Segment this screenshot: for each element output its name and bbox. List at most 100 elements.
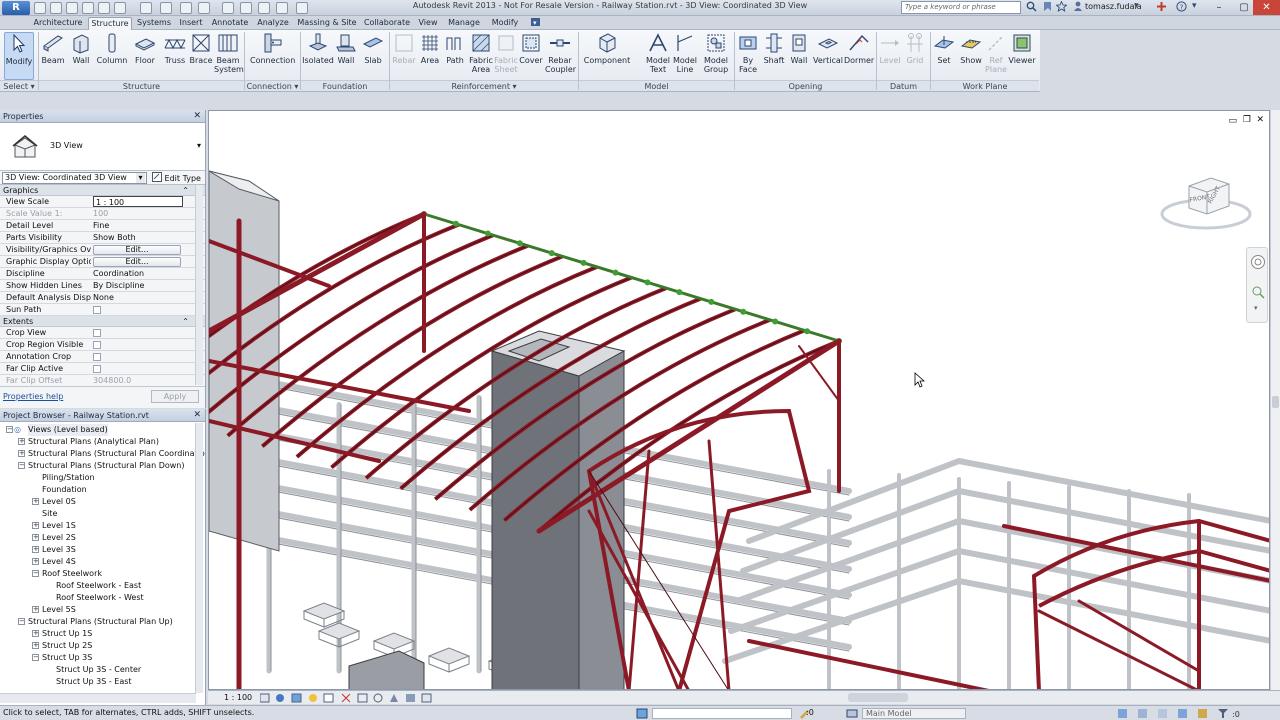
crop-view-checkbox[interactable] [93,329,101,337]
collapse-icon[interactable]: ⌃ [182,316,189,327]
shaft-tool[interactable]: Shaft [762,32,786,80]
properties-help-link[interactable]: Properties help [3,392,63,401]
panel-select[interactable]: Select ▾ [0,80,38,91]
tab-architecture[interactable]: Architecture [32,17,84,30]
structural-model-render[interactable] [209,111,1270,690]
tree-item[interactable]: Roof Steelwork - West [56,592,144,604]
zoom-icon[interactable] [1250,284,1266,300]
view-scale-control[interactable]: 1 : 100 [224,693,252,702]
exchange-apps-icon[interactable] [1156,1,1167,15]
panel-connection[interactable]: Connection ▾ [245,80,300,91]
tab-analyze[interactable]: Analyze [254,17,292,30]
aligned-dimension-icon[interactable] [160,2,172,14]
worksets-icon[interactable] [636,708,648,719]
close-icon[interactable]: ✕ [1253,0,1280,15]
collapse-icon[interactable]: − [32,570,39,577]
tree-item[interactable]: Level 5S [42,604,76,616]
3d-view-icon[interactable] [222,2,234,14]
expand-icon[interactable]: + [32,642,39,649]
expand-icon[interactable]: + [32,606,39,613]
tab-massing-site[interactable]: Massing & Site [295,17,359,30]
tree-item[interactable]: Roof Steelwork [42,568,102,580]
collapse-icon[interactable]: ⌃ [182,185,189,196]
print-icon[interactable] [114,2,126,14]
tree-item[interactable]: Struct Up 2S [42,640,92,652]
annotation-crop-checkbox[interactable] [93,353,101,361]
close-icon[interactable]: ✕ [193,110,201,123]
prop-analysis-display[interactable]: Default Analysis Displ...None [0,292,205,304]
tab-annotate[interactable]: Annotate [209,17,251,30]
panel-foundation[interactable]: Foundation [301,80,389,91]
workset-dropdown[interactable] [652,708,792,719]
help-icon[interactable]: ? [1176,1,1187,15]
panel-opening[interactable]: Opening [735,80,876,91]
switch-windows-icon[interactable] [296,2,308,14]
tree-item[interactable]: Struct Up 3S [42,652,92,664]
tab-view[interactable]: View [415,17,441,30]
undo-icon[interactable] [82,2,94,14]
beam-tool[interactable]: Beam [40,32,66,80]
tree-item[interactable]: Struct Up 3S - Center [56,664,141,676]
floor-tool[interactable]: Floor [130,32,160,80]
panel-reinforcement[interactable]: Reinforcement ▾ [390,80,578,91]
chevron-down-icon[interactable]: ▾ [1134,1,1139,11]
collapse-icon[interactable]: − [18,462,25,469]
prop-value[interactable]: Show Both [93,232,185,243]
help-dropdown-icon[interactable]: ▾ [1192,1,1197,11]
view-close-icon[interactable]: ✕ [1256,115,1264,125]
collapse-icon[interactable]: − [18,618,25,625]
tab-collaborate[interactable]: Collaborate [362,17,412,30]
wall-tool[interactable]: Wall [68,32,94,80]
prop-value[interactable]: By Discipline [93,280,185,291]
vertical-opening-tool[interactable]: Vertical [812,32,844,80]
favorites-star-icon[interactable] [1055,0,1068,15]
search-input[interactable]: Type a keyword or phrase [901,1,1021,14]
instance-selector[interactable]: 3D View: Coordinated 3D View ▾ [2,172,147,184]
browser-scrollbar[interactable] [195,423,203,693]
ref-plane-tool[interactable]: Ref Plane [984,32,1008,80]
user-icon[interactable] [1073,1,1083,15]
view-minimize-icon[interactable]: ▭ [1228,116,1237,126]
prop-value[interactable]: None [93,292,185,303]
level-tool[interactable]: Level [878,32,902,80]
beam-system-tool[interactable]: Beam System [214,32,244,80]
brace-tool[interactable]: Brace [189,32,213,80]
model-text-tool[interactable]: Model Text [644,32,672,80]
search-icon[interactable] [1026,1,1037,15]
tree-item[interactable]: Level 1S [42,520,76,532]
group-graphics[interactable]: Graphics ⌃ [0,185,205,196]
text-icon[interactable] [198,2,210,14]
tab-insert[interactable]: Insert [176,17,206,30]
expand-icon[interactable]: + [18,450,25,457]
rebar-tool[interactable]: Rebar [392,32,416,80]
prop-value[interactable]: Coordination [93,268,185,279]
area-reinforcement-tool[interactable]: Area [418,32,442,80]
apply-button[interactable]: Apply [151,390,199,403]
tree-item[interactable]: Piling/Station [42,472,95,484]
collapse-icon[interactable]: − [6,426,13,433]
model-group-tool[interactable]: Model Group [700,32,732,80]
model-line-tool[interactable]: Model Line [672,32,698,80]
prop-parts-visibility[interactable]: Parts Visibility Show Both [0,232,205,244]
subscription-icon[interactable] [1042,1,1053,15]
3d-viewport[interactable]: ▭ ❐ ✕ FRONT RIGHT ▾ [208,110,1270,690]
thin-lines-icon[interactable] [258,2,270,14]
show-workplane-tool[interactable]: Show [958,32,984,80]
properties-scrollbar[interactable] [195,185,203,385]
panel-structure[interactable]: Structure [39,80,244,91]
by-face-tool[interactable]: By Face [736,32,760,80]
cover-tool[interactable]: Cover [519,32,543,80]
save-icon[interactable] [50,2,62,14]
truss-tool[interactable]: Truss [162,32,188,80]
close-windows-icon[interactable] [276,2,288,14]
measure-icon[interactable] [140,2,152,14]
tree-item[interactable]: Struct Up 3S - East [56,676,132,688]
ribbon-minimize-toggle[interactable]: ▾ [526,17,552,30]
nav-dropdown-icon[interactable]: ▾ [1254,304,1258,312]
tag-icon[interactable] [180,2,192,14]
scroll-thumb[interactable] [1272,396,1279,408]
view-restore-icon[interactable]: ❐ [1243,115,1251,125]
modify-tool[interactable]: Modify [4,32,34,80]
tree-item[interactable]: Structural Plans (Structural Plan Down) [28,460,184,472]
tree-item[interactable]: Struct Up 1S [42,628,92,640]
